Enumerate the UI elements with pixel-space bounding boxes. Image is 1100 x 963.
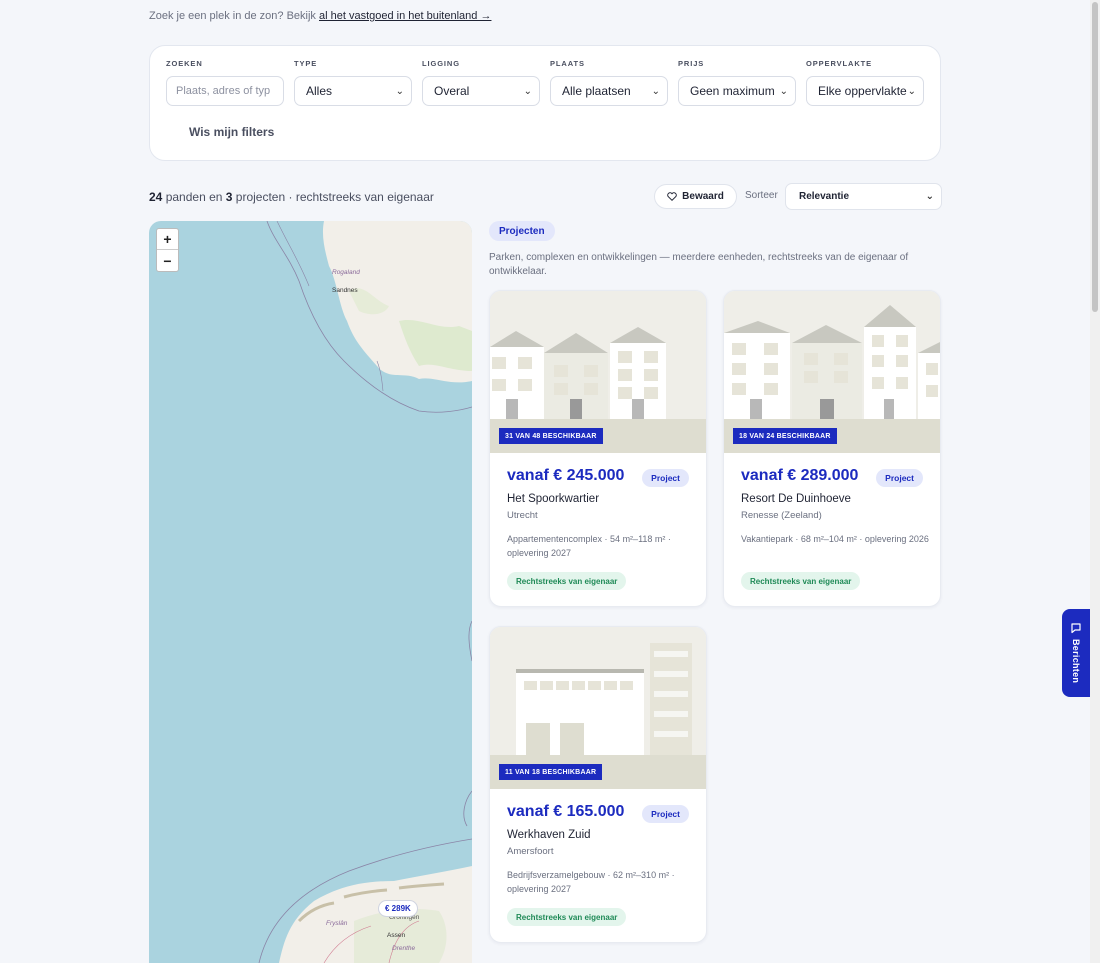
- sort-label: Sorteer: [745, 190, 778, 201]
- intro-line: Zoek je een plek in de zon? Bekijk al he…: [149, 10, 491, 22]
- map-price-marker[interactable]: € 289K: [378, 900, 418, 917]
- search-input[interactable]: Plaats, adres of typ: [166, 76, 284, 106]
- saved-button[interactable]: Bewaard: [654, 184, 737, 209]
- place-select[interactable]: Alle plaatsen ⌄: [550, 76, 668, 106]
- filter-area: OPPERVLAKTE Elke oppervlakte ⌄: [806, 59, 924, 106]
- availability-badge: 31 VAN 48 BESCHIKBAAR: [499, 428, 603, 444]
- abroad-link[interactable]: al het vastgoed in het buitenland →: [319, 10, 491, 22]
- chevron-down-icon: ⌄: [651, 85, 660, 97]
- owner-badge: Rechtstreeks van eigenaar: [507, 572, 627, 590]
- price-select[interactable]: Geen maximum ⌄: [678, 76, 796, 106]
- map-label-drenthe: Drenthe: [392, 945, 416, 952]
- filter-panel: ZOEKEN Plaats, adres of typ TYPE Alles ⌄…: [149, 45, 941, 161]
- project-price: vanaf € 289.000: [741, 467, 859, 484]
- saved-label: Bewaard: [682, 191, 724, 202]
- map-label-fryslan: Fryslân: [326, 920, 348, 927]
- chevron-down-icon: ⌄: [523, 85, 532, 97]
- project-card[interactable]: 18 VAN 24 BESCHIKBAAR vanaf € 289.000 Pr…: [723, 290, 941, 607]
- availability-badge: 11 VAN 18 BESCHIKBAAR: [499, 764, 603, 780]
- intro-text: Zoek je een plek in de zon? Bekijk: [149, 10, 319, 22]
- project-card[interactable]: 31 VAN 48 BESCHIKBAAR vanaf € 245.000 Pr…: [489, 290, 707, 607]
- chevron-down-icon: ⌄: [395, 85, 404, 97]
- projects-badge[interactable]: Projecten: [489, 221, 555, 241]
- project-price: vanaf € 245.000: [507, 467, 625, 484]
- place-label: PLAATS: [550, 59, 585, 68]
- project-title[interactable]: Het Spoorkwartier: [507, 493, 599, 505]
- project-details: Appartementencomplex · 54 m²–118 m² · op…: [507, 534, 671, 558]
- area-label: OPPERVLAKTE: [806, 59, 873, 68]
- project-location: Utrecht: [507, 510, 538, 521]
- projects-description: Parken, complexen en ontwikkelingen — me…: [489, 252, 909, 277]
- projects-text: projecten · rechtstreeks van eigenaar: [232, 190, 434, 204]
- clear-filters-button[interactable]: Wis mijn filters: [189, 125, 274, 139]
- chevron-down-icon: ⌄: [907, 85, 916, 97]
- project-title[interactable]: Resort De Duinhoeve: [741, 493, 851, 505]
- results-count: 24 panden en 3 projecten · rechtstreeks …: [149, 190, 434, 204]
- filter-type: TYPE Alles ⌄: [294, 59, 412, 106]
- availability-badge: 18 VAN 24 BESCHIKBAAR: [733, 428, 837, 444]
- properties-text: panden en: [162, 190, 226, 204]
- messages-tab[interactable]: Berichten: [1062, 609, 1090, 697]
- scrollbar-thumb[interactable]: [1092, 2, 1098, 312]
- project-details: Bedrijfsverzamelgebouw · 62 m²–310 m² · …: [507, 870, 675, 894]
- filter-price: PRIJS Geen maximum ⌄: [678, 59, 796, 106]
- map-label-sandnes: Sandnes: [332, 287, 358, 294]
- sort-select[interactable]: Relevantie ⌄: [785, 183, 942, 210]
- project-location: Renesse (Zeeland): [741, 510, 822, 521]
- chevron-down-icon: ⌄: [925, 191, 934, 202]
- zoom-in-button[interactable]: +: [157, 229, 178, 250]
- area-value: Elke oppervlakte: [818, 84, 907, 98]
- place-value: Alle plaatsen: [562, 84, 631, 98]
- filter-search: ZOEKEN Plaats, adres of typ: [166, 59, 284, 106]
- owner-badge: Rechtstreeks van eigenaar: [507, 908, 627, 926]
- location-label: LIGGING: [422, 59, 460, 68]
- filter-location: LIGGING Overal ⌄: [422, 59, 540, 106]
- messages-label: Berichten: [1071, 639, 1081, 684]
- area-select[interactable]: Elke oppervlakte ⌄: [806, 76, 924, 106]
- chat-bubble-icon: [1071, 623, 1081, 634]
- owner-badge: Rechtstreeks van eigenaar: [741, 572, 861, 590]
- price-value: Geen maximum: [690, 84, 775, 98]
- search-label: ZOEKEN: [166, 59, 203, 68]
- search-placeholder: Plaats, adres of typ: [176, 85, 271, 97]
- location-select[interactable]: Overal ⌄: [422, 76, 540, 106]
- type-select[interactable]: Alles ⌄: [294, 76, 412, 106]
- type-label: TYPE: [294, 59, 318, 68]
- page-scrollbar[interactable]: [1090, 0, 1100, 963]
- heart-icon: [667, 192, 677, 201]
- project-type-badge: Project: [642, 805, 689, 823]
- zoom-out-button[interactable]: −: [157, 250, 178, 271]
- map-label-assen: Assen: [387, 932, 406, 939]
- location-value: Overal: [434, 84, 470, 98]
- map-tiles: [258, 221, 472, 963]
- project-price: vanaf € 165.000: [507, 803, 625, 820]
- price-label: PRIJS: [678, 59, 705, 68]
- project-card[interactable]: 11 VAN 18 BESCHIKBAAR vanaf € 165.000 Pr…: [489, 626, 707, 943]
- project-type-badge: Project: [876, 469, 923, 487]
- filter-place: PLAATS Alle plaatsen ⌄: [550, 59, 668, 106]
- project-type-badge: Project: [642, 469, 689, 487]
- project-title[interactable]: Werkhaven Zuid: [507, 829, 591, 841]
- properties-count: 24: [149, 190, 163, 204]
- map-label-rogaland: Rogaland: [332, 269, 360, 276]
- sort-value: Relevantie: [799, 191, 850, 202]
- type-value: Alles: [306, 84, 333, 98]
- zoom-control: + −: [156, 228, 179, 272]
- map[interactable]: + − Rogaland Sandnes Groningen Fryslân A…: [149, 221, 472, 963]
- project-details: Vakantiepark · 68 m²–104 m² · oplevering…: [741, 534, 929, 544]
- chevron-down-icon: ⌄: [779, 85, 788, 97]
- project-location: Amersfoort: [507, 846, 554, 857]
